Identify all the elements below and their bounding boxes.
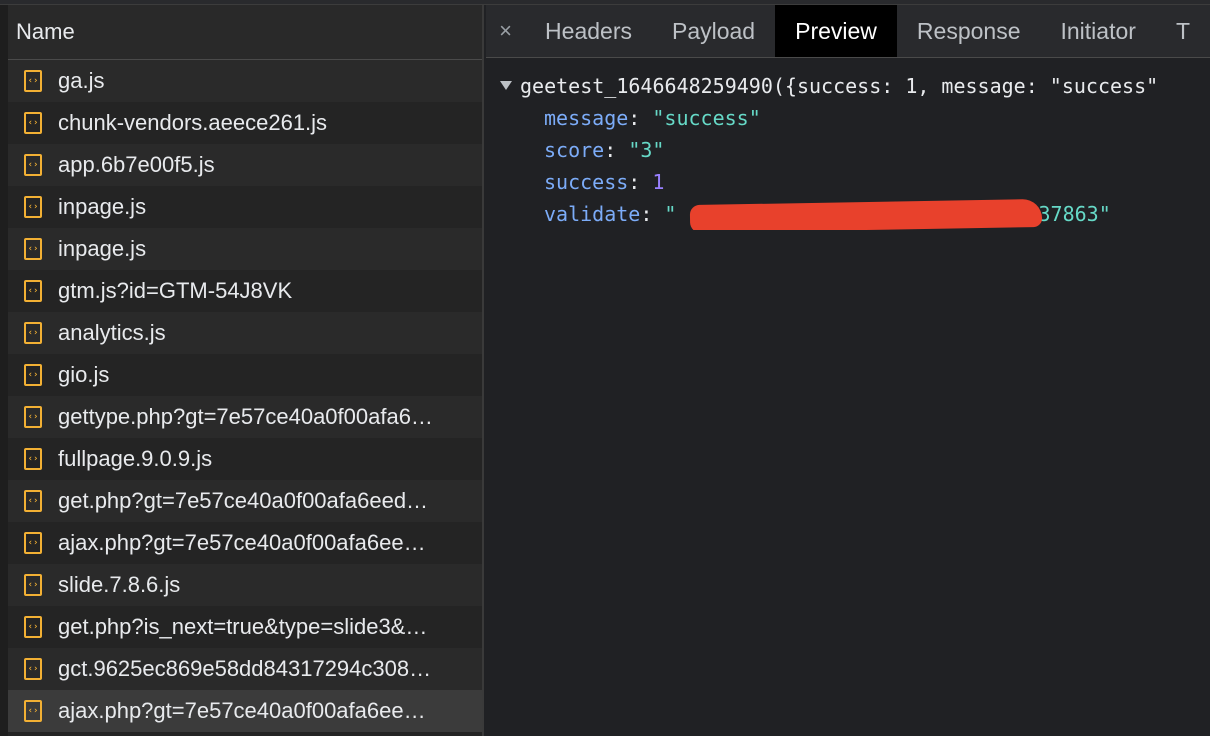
request-row[interactable]: ‹› analytics.js <box>8 312 482 354</box>
name-column-header[interactable]: Name <box>8 5 482 60</box>
request-row[interactable]: ‹› ajax.php?gt=7e57ce40a0f00afa6ee… <box>8 690 482 732</box>
prop-value: "3" <box>628 138 665 162</box>
request-name: inpage.js <box>58 236 147 261</box>
prop-key: validate <box>544 202 641 226</box>
prop-separator: : <box>640 202 665 226</box>
request-row[interactable]: ‹› chunk-vendors.aeece261.js <box>8 102 482 144</box>
request-row[interactable]: ‹› app.6b7e00f5.js <box>8 144 482 186</box>
request-row[interactable]: ‹› get.php?is_next=true&type=slide3&… <box>8 606 482 648</box>
prop-key: score <box>544 138 605 162</box>
request-name: get.php?gt=7e57ce40a0f00afa6eed… <box>58 488 429 513</box>
request-row[interactable]: ‹› ajax.php?gt=7e57ce40a0f00afa6ee… <box>8 522 482 564</box>
script-file-icon: ‹› <box>24 406 42 428</box>
request-name: app.6b7e00f5.js <box>58 152 215 177</box>
request-row[interactable]: ‹› ga.js <box>8 60 482 102</box>
request-row[interactable]: ‹› inpage.js <box>8 186 482 228</box>
devtools-window: Name ‹› ga.js ‹› chunk-vendors.aeece261.js ‹… <box>0 0 1210 736</box>
request-row[interactable]: ‹› gtm.js?id=GTM-54J8VK <box>8 270 482 312</box>
tab-initiator[interactable]: Initiator <box>1041 5 1156 57</box>
script-file-icon: ‹› <box>24 280 42 302</box>
request-name: slide.7.8.6.js <box>58 572 181 597</box>
request-row[interactable]: ‹› gettype.php?gt=7e57ce40a0f00afa6… <box>8 396 482 438</box>
script-file-icon: ‹› <box>24 700 42 722</box>
request-name: ga.js <box>58 68 105 93</box>
preview-prop-validate: validate: " +37863" <box>486 198 1210 230</box>
request-name: fullpage.9.0.9.js <box>58 446 213 471</box>
request-name: ajax.php?gt=7e57ce40a0f00afa6ee… <box>58 698 426 723</box>
script-file-icon: ‹› <box>24 196 42 218</box>
detail-panel: × Headers Payload Preview Response Initiator… <box>486 5 1210 736</box>
request-row[interactable]: ‹› gio.js <box>8 354 482 396</box>
prop-value-start: " <box>664 202 677 226</box>
detail-tabbar: × Headers Payload Preview Response Initiator… <box>486 5 1210 58</box>
prop-separator: : <box>628 170 653 194</box>
tab-response[interactable]: Response <box>897 5 1041 57</box>
preview-pane: geetest_1646648259490({success: 1, messa… <box>486 58 1210 230</box>
request-name: get.php?is_next=true&type=slide3&… <box>58 614 428 639</box>
script-file-icon: ‹› <box>24 532 42 554</box>
left-gutter <box>0 5 8 736</box>
request-name: gettype.php?gt=7e57ce40a0f00afa6… <box>58 404 433 429</box>
request-row[interactable]: ‹› gct.9625ec869e58dd84317294c308… <box>8 648 482 690</box>
request-row[interactable]: ‹› fullpage.9.0.9.js <box>8 438 482 480</box>
request-name: analytics.js <box>58 320 166 345</box>
script-file-icon: ‹› <box>24 238 42 260</box>
request-name: inpage.js <box>58 194 147 219</box>
tab-payload[interactable]: Payload <box>652 5 775 57</box>
prop-value: "success" <box>652 106 761 130</box>
script-file-icon: ‹› <box>24 658 42 680</box>
prop-key: success <box>544 170 629 194</box>
script-file-icon: ‹› <box>24 322 42 344</box>
request-row[interactable]: ‹› get.php?gt=7e57ce40a0f00afa6eed… <box>8 480 482 522</box>
request-row[interactable]: ‹› slide.7.8.6.js <box>8 564 482 606</box>
script-file-icon: ‹› <box>24 574 42 596</box>
name-column-label: Name <box>16 19 75 44</box>
request-name: gtm.js?id=GTM-54J8VK <box>58 278 293 303</box>
request-list-panel: Name ‹› ga.js ‹› chunk-vendors.aeece261.js ‹… <box>8 5 484 736</box>
prop-separator: : <box>604 138 629 162</box>
expand-triangle-icon[interactable] <box>500 81 512 90</box>
preview-prop-score: score: "3" <box>486 134 1210 166</box>
script-file-icon: ‹› <box>24 616 42 638</box>
redaction-scribble <box>689 198 1043 230</box>
preview-prop-message: message: "success" <box>486 102 1210 134</box>
script-file-icon: ‹› <box>24 448 42 470</box>
preview-root-text: geetest_1646648259490({success: 1, messa… <box>520 74 1159 98</box>
request-name: ajax.php?gt=7e57ce40a0f00afa6ee… <box>58 530 426 555</box>
script-file-icon: ‹› <box>24 490 42 512</box>
preview-root-node[interactable]: geetest_1646648259490({success: 1, messa… <box>486 70 1210 102</box>
tab-t[interactable]: T <box>1156 5 1210 57</box>
script-file-icon: ‹› <box>24 70 42 92</box>
request-row[interactable]: ‹› inpage.js <box>8 228 482 270</box>
request-name: chunk-vendors.aeece261.js <box>58 110 328 135</box>
script-file-icon: ‹› <box>24 154 42 176</box>
tab-headers[interactable]: Headers <box>525 5 652 57</box>
close-icon[interactable]: × <box>486 5 525 57</box>
tab-preview[interactable]: Preview <box>775 5 897 57</box>
script-file-icon: ‹› <box>24 112 42 134</box>
request-name: gct.9625ec869e58dd84317294c308… <box>58 656 432 681</box>
prop-key: message <box>544 106 629 130</box>
request-list: ‹› ga.js ‹› chunk-vendors.aeece261.js ‹› app.… <box>8 60 482 732</box>
request-name: gio.js <box>58 362 110 387</box>
script-file-icon: ‹› <box>24 364 42 386</box>
prop-value: 1 <box>652 170 665 194</box>
preview-prop-success: success: 1 <box>486 166 1210 198</box>
prop-separator: : <box>628 106 653 130</box>
